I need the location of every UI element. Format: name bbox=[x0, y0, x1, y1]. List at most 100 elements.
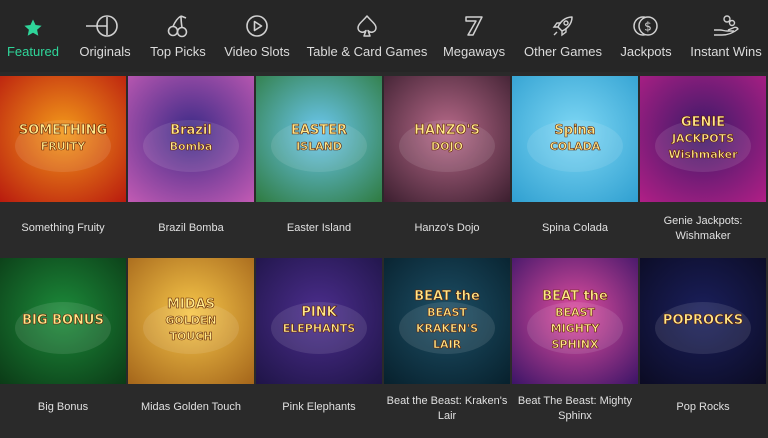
game-title[interactable]: Pop Rocks bbox=[640, 400, 766, 415]
game-tile[interactable]: HANZO'S DOJO Hanzo's Dojo bbox=[384, 76, 510, 256]
svg-text:ISLAND: ISLAND bbox=[296, 140, 342, 153]
svg-text:DOJO: DOJO bbox=[431, 140, 463, 153]
svg-text:Bomba: Bomba bbox=[170, 140, 213, 153]
nav-item-megaways[interactable]: Megaways bbox=[443, 0, 505, 72]
game-tile[interactable]: MIDAS GOLDEN TOUCH Midas Golden Touch bbox=[128, 258, 254, 438]
star-icon bbox=[24, 19, 42, 36]
game-art: Spina COLADA bbox=[512, 76, 638, 202]
svg-text:MIDAS: MIDAS bbox=[167, 297, 215, 312]
game-art: PINK ELEPHANTS bbox=[256, 258, 382, 384]
game-tile[interactable]: Spina COLADA Spina Colada bbox=[512, 76, 638, 256]
svg-text:JACKPOTS: JACKPOTS bbox=[671, 132, 734, 145]
svg-text:BEAT the: BEAT the bbox=[542, 289, 608, 304]
svg-text:BEAST: BEAST bbox=[427, 306, 467, 319]
game-thumbnail[interactable]: EASTER ISLAND bbox=[256, 76, 382, 202]
game-thumbnail[interactable]: HANZO'S DOJO bbox=[384, 76, 510, 202]
svg-text:PINK: PINK bbox=[301, 305, 337, 320]
game-thumbnail[interactable]: BEAT the BEAST MIGHTY SPHINX bbox=[512, 258, 638, 384]
svg-text:COLADA: COLADA bbox=[550, 140, 601, 153]
nav-label: Jackpots bbox=[620, 44, 672, 59]
nav-label: Originals bbox=[79, 44, 131, 59]
game-title[interactable]: Brazil Bomba bbox=[128, 221, 254, 236]
game-thumbnail[interactable]: GENIE JACKPOTS Wishmaker bbox=[640, 76, 766, 202]
coins-icon: $ bbox=[633, 16, 658, 36]
svg-text:SPHINX: SPHINX bbox=[552, 338, 599, 351]
game-title[interactable]: Midas Golden Touch bbox=[128, 400, 254, 415]
nav-item-instant-wins[interactable]: Instant Wins bbox=[689, 0, 763, 72]
svg-text:FRUITY: FRUITY bbox=[41, 140, 87, 153]
svg-text:Wishmaker: Wishmaker bbox=[668, 148, 738, 161]
game-thumbnail[interactable]: BEAT the BEAST KRAKEN'S LAIR bbox=[384, 258, 510, 384]
game-art: EASTER ISLAND bbox=[256, 76, 382, 202]
game-thumbnail[interactable]: POPROCKS bbox=[640, 258, 766, 384]
game-thumbnail[interactable]: Brazil Bomba bbox=[128, 76, 254, 202]
game-tile[interactable]: POPROCKS Pop Rocks bbox=[640, 258, 766, 438]
svg-text:Brazil: Brazil bbox=[170, 123, 212, 138]
game-tile[interactable]: BEAT the BEAST KRAKEN'S LAIR Beat the Beast:… bbox=[384, 258, 510, 438]
game-art: BIG BONUS bbox=[0, 258, 126, 384]
game-art: BEAT the BEAST KRAKEN'S LAIR bbox=[384, 258, 510, 384]
game-title[interactable]: Hanzo's Dojo bbox=[384, 221, 510, 236]
nav-item-featured[interactable]: Featured bbox=[4, 0, 62, 72]
svg-text:GENIE: GENIE bbox=[681, 115, 725, 130]
svg-text:BEAST: BEAST bbox=[555, 306, 595, 319]
nav-label: Table & Card Games bbox=[306, 44, 428, 59]
nav-item-other-games[interactable]: Other Games bbox=[524, 0, 602, 72]
svg-text:MIGHTY: MIGHTY bbox=[551, 322, 601, 335]
play-icon bbox=[246, 15, 268, 37]
svg-text:ELEPHANTS: ELEPHANTS bbox=[283, 322, 356, 335]
game-art: BEAT the BEAST MIGHTY SPHINX bbox=[512, 258, 638, 384]
seven-icon bbox=[465, 16, 483, 36]
nav-label: Instant Wins bbox=[690, 44, 762, 59]
game-art: GENIE JACKPOTS Wishmaker bbox=[640, 76, 766, 202]
game-thumbnail[interactable]: SOMETHING FRUITY bbox=[0, 76, 126, 202]
nav-label: Megaways bbox=[442, 44, 506, 59]
nav-label: Video Slots bbox=[224, 44, 290, 59]
game-title[interactable]: Genie Jackpots: Wishmaker bbox=[640, 214, 766, 244]
game-tile[interactable]: BEAT the BEAST MIGHTY SPHINX Beat The Beast:… bbox=[512, 258, 638, 438]
nav-label: Featured bbox=[6, 44, 60, 59]
game-tile[interactable]: BIG BONUS Big Bonus bbox=[0, 258, 126, 438]
game-title[interactable]: Easter Island bbox=[256, 221, 382, 236]
category-nav: Featured Originals Top Picks Video Slots… bbox=[0, 0, 768, 72]
svg-text:POPROCKS: POPROCKS bbox=[663, 313, 743, 328]
game-thumbnail[interactable]: BIG BONUS bbox=[0, 258, 126, 384]
game-title[interactable]: Spina Colada bbox=[512, 221, 638, 236]
game-tile[interactable]: EASTER ISLAND Easter Island bbox=[256, 76, 382, 256]
game-art: HANZO'S DOJO bbox=[384, 76, 510, 202]
game-title[interactable]: Big Bonus bbox=[0, 400, 126, 415]
nav-item-video-slots[interactable]: Video Slots bbox=[224, 0, 290, 72]
nav-item-top-picks[interactable]: Top Picks bbox=[149, 0, 207, 72]
game-title[interactable]: Beat the Beast: Kraken's Lair bbox=[384, 394, 510, 424]
svg-text:SOMETHING: SOMETHING bbox=[19, 123, 107, 138]
svg-text:GOLDEN: GOLDEN bbox=[165, 314, 216, 327]
svg-text:$: $ bbox=[644, 20, 652, 34]
nav-item-table-card-games[interactable]: Table & Card Games bbox=[306, 0, 428, 72]
svg-text:BEAT the: BEAT the bbox=[414, 289, 480, 304]
svg-text:BIG BONUS: BIG BONUS bbox=[22, 313, 104, 328]
game-art: POPROCKS bbox=[640, 258, 766, 384]
nav-item-jackpots[interactable]: $ Jackpots bbox=[620, 0, 672, 72]
game-art: MIDAS GOLDEN TOUCH bbox=[128, 258, 254, 384]
spade-icon bbox=[357, 15, 377, 37]
game-tile[interactable]: GENIE JACKPOTS Wishmaker Genie Jackpots: Wi… bbox=[640, 76, 766, 256]
game-art: Brazil Bomba bbox=[128, 76, 254, 202]
svg-text:EASTER: EASTER bbox=[291, 123, 347, 138]
nav-label: Other Games bbox=[523, 44, 603, 59]
game-tile[interactable]: Brazil Bomba Brazil Bomba bbox=[128, 76, 254, 256]
svg-text:Spina: Spina bbox=[554, 123, 595, 138]
svg-text:KRAKEN'S: KRAKEN'S bbox=[416, 322, 478, 335]
game-title[interactable]: Beat The Beast: Mighty Sphinx bbox=[512, 394, 638, 424]
game-thumbnail[interactable]: PINK ELEPHANTS bbox=[256, 258, 382, 384]
game-tile[interactable]: PINK ELEPHANTS Pink Elephants bbox=[256, 258, 382, 438]
game-title[interactable]: Pink Elephants bbox=[256, 400, 382, 415]
nav-label: Top Picks bbox=[150, 44, 206, 59]
svg-text:LAIR: LAIR bbox=[433, 338, 462, 351]
game-thumbnail[interactable]: MIDAS GOLDEN TOUCH bbox=[128, 258, 254, 384]
originals-icon bbox=[86, 15, 118, 37]
game-tile[interactable]: SOMETHING FRUITY Something Fruity bbox=[0, 76, 126, 256]
game-title[interactable]: Something Fruity bbox=[0, 221, 126, 236]
nav-item-originals[interactable]: Originals bbox=[76, 0, 134, 72]
game-art: SOMETHING FRUITY bbox=[0, 76, 126, 202]
game-thumbnail[interactable]: Spina COLADA bbox=[512, 76, 638, 202]
